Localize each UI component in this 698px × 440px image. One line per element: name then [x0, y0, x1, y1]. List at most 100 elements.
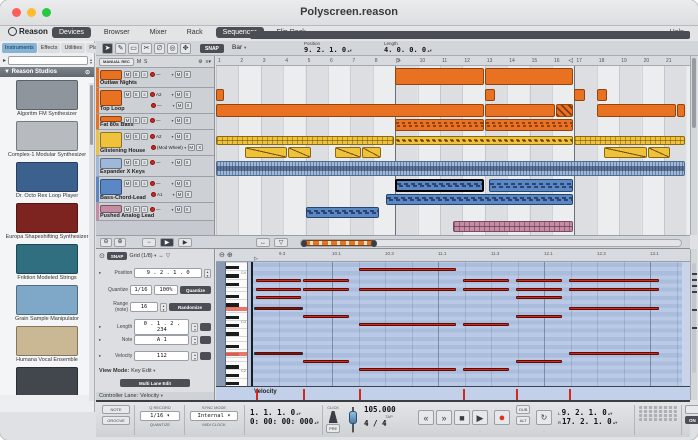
lane-mute-button[interactable]: M [175, 180, 182, 187]
note-apply-button[interactable] [200, 336, 211, 344]
clip[interactable] [335, 147, 361, 158]
multi-lane-edit-button[interactable]: Multi Lane Edit [120, 379, 190, 387]
lane-record-enable[interactable] [150, 118, 155, 123]
lane-mute-button[interactable]: M [175, 117, 182, 124]
loop-left-flag[interactable]: ▷ [396, 57, 401, 65]
track-row-pushed-analog-lead[interactable]: MS≡—▾MXPushed Analog Lead [96, 203, 214, 221]
tab-utilities[interactable]: Utilities [61, 43, 85, 53]
controller-lane-select[interactable]: Velocity ▾ [140, 393, 163, 399]
lane-mute-button[interactable]: M [175, 71, 182, 78]
midi-note-selected[interactable] [256, 307, 301, 310]
lane-mute-button[interactable]: M [175, 206, 182, 213]
clip[interactable] [216, 89, 224, 101]
lane-record-enable[interactable] [151, 103, 156, 108]
velocity-bar[interactable] [569, 389, 571, 400]
menu-item-devices[interactable]: Devices [52, 27, 91, 38]
song-position-bars[interactable]: 1. 1. 1. 0 [250, 408, 295, 417]
lane-delete-button[interactable]: X [185, 102, 192, 109]
snap-toggle[interactable]: SNAP [200, 44, 224, 53]
tempo-display[interactable]: 105.000 [364, 405, 414, 414]
clip[interactable] [216, 104, 484, 117]
clip[interactable] [489, 179, 573, 192]
midi-note[interactable] [463, 279, 509, 282]
track-mute-button[interactable]: M [124, 133, 131, 140]
device-list-item[interactable]: ID8 Instrument Device [0, 364, 94, 395]
midi-note[interactable] [516, 315, 562, 318]
midi-note[interactable] [359, 288, 456, 291]
menu-item-rack[interactable]: Rack [180, 27, 210, 38]
lane-mute-button[interactable]: M [188, 144, 195, 151]
lane-dropdown-icon[interactable]: ▾ [172, 181, 174, 186]
lane-record-enable[interactable] [150, 181, 155, 186]
on-button[interactable]: ON [685, 416, 698, 424]
edit-velocity-value[interactable]: 112 [134, 351, 189, 361]
track-lanes-button[interactable]: ≡ [141, 133, 148, 140]
follow-song-button[interactable]: ▶ [160, 238, 174, 247]
track-lanes-button[interactable]: ≡ [141, 159, 148, 166]
lane-mute-button[interactable]: M [175, 159, 182, 166]
device-list-item[interactable]: Algoritm FM Synthesizer [0, 77, 94, 118]
track-mute-button[interactable]: M [124, 180, 131, 187]
midi-note[interactable] [303, 279, 349, 282]
lane-delete-button[interactable]: X [184, 117, 191, 124]
precount-button[interactable]: PRE [326, 424, 340, 433]
range-stepper[interactable]: ▴▾ [160, 303, 167, 312]
clip-area[interactable] [216, 66, 690, 235]
grid-select[interactable]: Bar ▾ [232, 44, 246, 51]
clip[interactable] [362, 147, 381, 158]
velocity-bar[interactable] [463, 389, 465, 400]
note-grid[interactable] [251, 262, 682, 386]
lane-delete-button[interactable]: X [184, 159, 191, 166]
edit-grid-select[interactable]: Grid (1/8) ▾ [129, 253, 156, 259]
track-solo-button[interactable]: S [133, 159, 140, 166]
velocity-bar[interactable] [359, 389, 361, 400]
edit-fit-icon[interactable]: ↔ [158, 253, 164, 259]
position-stepper[interactable]: ▴▾ [204, 269, 211, 278]
bar-ruler[interactable]: 123456789101112131415161718192021▷◁ [216, 56, 690, 66]
song-position-time[interactable]: 0: 00: 00: 000 [250, 417, 313, 426]
edit-length-value[interactable]: 0 . 1 . 2 . 234 [134, 319, 189, 335]
clip[interactable] [574, 136, 685, 145]
lane-dropdown-icon[interactable]: ▾ [173, 103, 175, 108]
clip[interactable] [216, 136, 394, 145]
midi-note[interactable] [516, 288, 562, 291]
lane-dropdown-icon[interactable]: ▾ [172, 207, 174, 212]
tab-instruments[interactable]: Instruments [2, 43, 37, 53]
track-lanes-button[interactable]: ≡ [141, 91, 148, 98]
clip[interactable] [677, 104, 685, 117]
edit-autoscroll-icon[interactable]: ▽ [166, 253, 170, 259]
quantize-value-select[interactable]: 1/16 [130, 285, 152, 295]
track-row-outlaw-nights[interactable]: MS≡—▾MXOutlaw Nights [96, 68, 214, 88]
track-solo-button[interactable]: S [133, 133, 140, 140]
lane-delete-button[interactable]: X [184, 71, 191, 78]
midi-note[interactable] [303, 288, 349, 291]
track-lanes-button[interactable]: ≡ [141, 180, 148, 187]
lane-mute-button[interactable]: M [175, 133, 182, 140]
velocity-stepper[interactable]: ▴▾ [191, 352, 198, 361]
search-stepper[interactable]: ▴▾ [90, 58, 92, 64]
lane-dropdown-icon[interactable]: ▾ [172, 72, 174, 77]
note-expander[interactable]: ▸ [99, 337, 101, 343]
lane-dropdown-icon[interactable]: ▾ [172, 118, 174, 123]
track-row-glistening-house[interactable]: MS≡A2▾MX(Mod Wheel)▾MXGlistening House [96, 130, 214, 156]
mute-all-label[interactable]: M [137, 59, 141, 65]
magnify-tool[interactable]: ◎ [167, 43, 178, 54]
black-key[interactable] [226, 266, 239, 269]
track-solo-button[interactable]: S [133, 91, 140, 98]
edit-ruler[interactable]: ⊖⊕ ▷ 9.310.110.311.111.312.112.313.1 [216, 249, 690, 262]
lane-mute-button[interactable]: M [176, 191, 183, 198]
scroll-right-icon[interactable]: ▶ [178, 238, 192, 247]
black-key[interactable] [226, 365, 239, 368]
position-expander[interactable]: ▸ [99, 270, 101, 276]
track-lanes-button[interactable]: ≡ [141, 206, 148, 213]
loop-right-flag[interactable]: ◁ [568, 57, 573, 65]
track-row-expander-x-keys[interactable]: MS≡—▾MXExpander X Keys [96, 156, 214, 177]
lane-record-enable[interactable] [150, 72, 155, 77]
velocity-bar[interactable] [256, 389, 258, 400]
sync-mode-select[interactable]: Internal ▾ [190, 411, 238, 421]
midi-note[interactable] [256, 288, 301, 291]
stop-button[interactable]: ■ [454, 410, 470, 425]
track-mute-button[interactable]: M [124, 159, 131, 166]
black-key[interactable] [226, 382, 239, 385]
midi-note[interactable] [569, 307, 659, 310]
